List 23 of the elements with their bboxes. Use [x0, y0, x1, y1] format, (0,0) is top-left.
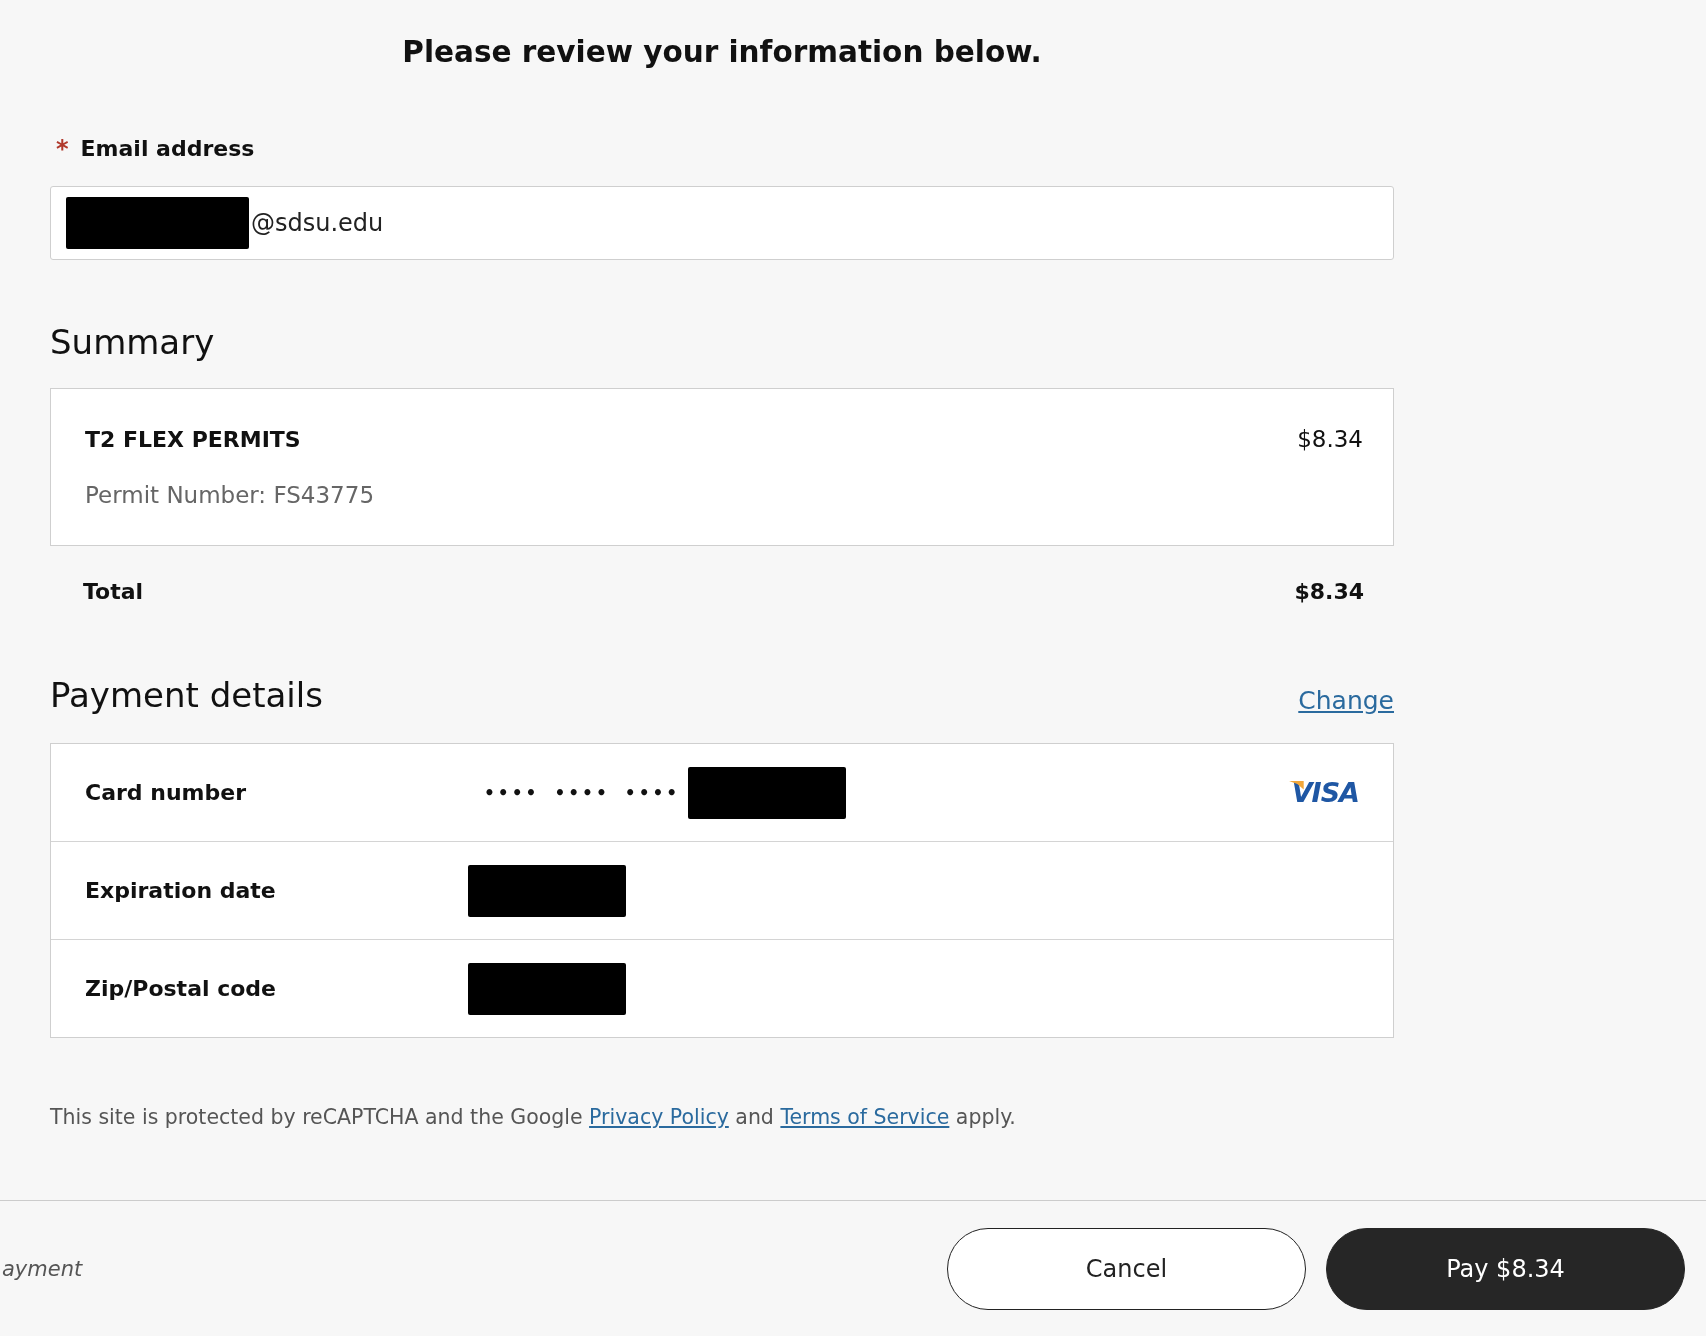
required-asterisk: * — [56, 135, 69, 163]
payment-details-heading: Payment details — [50, 674, 323, 717]
item-price: $8.34 — [1297, 426, 1363, 452]
recaptcha-notice: This site is protected by reCAPTCHA and the Google Privacy Policy and Terms of Service apply. — [50, 1104, 1016, 1131]
detail-label: Expiration date — [85, 878, 276, 903]
total-label: Total — [83, 578, 144, 604]
email-label: Email address — [80, 135, 255, 163]
footer-caption: ayment — [2, 1256, 83, 1281]
masked-card-number: •••• •••• •••• — [483, 782, 681, 803]
item-name: T2 FLEX PERMITS — [85, 426, 301, 452]
pay-button[interactable]: Pay $8.34 — [1326, 1227, 1685, 1310]
detail-label: Card number — [85, 780, 246, 805]
summary-heading: Summary — [50, 321, 215, 364]
detail-label: Zip/Postal code — [85, 976, 276, 1001]
email-field[interactable]: @sdsu.edu — [50, 186, 1394, 260]
privacy-policy-link[interactable]: Privacy Policy — [589, 1105, 729, 1129]
permit-number: Permit Number: FS43775 — [85, 481, 375, 509]
terms-of-service-link[interactable]: Terms of Service — [780, 1105, 950, 1129]
cancel-button[interactable]: Cancel — [947, 1227, 1306, 1310]
card-brand-logo: VISA — [1287, 777, 1359, 808]
change-link[interactable]: Change — [1298, 685, 1394, 715]
page-title: Please review your information below. — [402, 34, 1042, 71]
total-amount: $8.34 — [1294, 578, 1364, 604]
